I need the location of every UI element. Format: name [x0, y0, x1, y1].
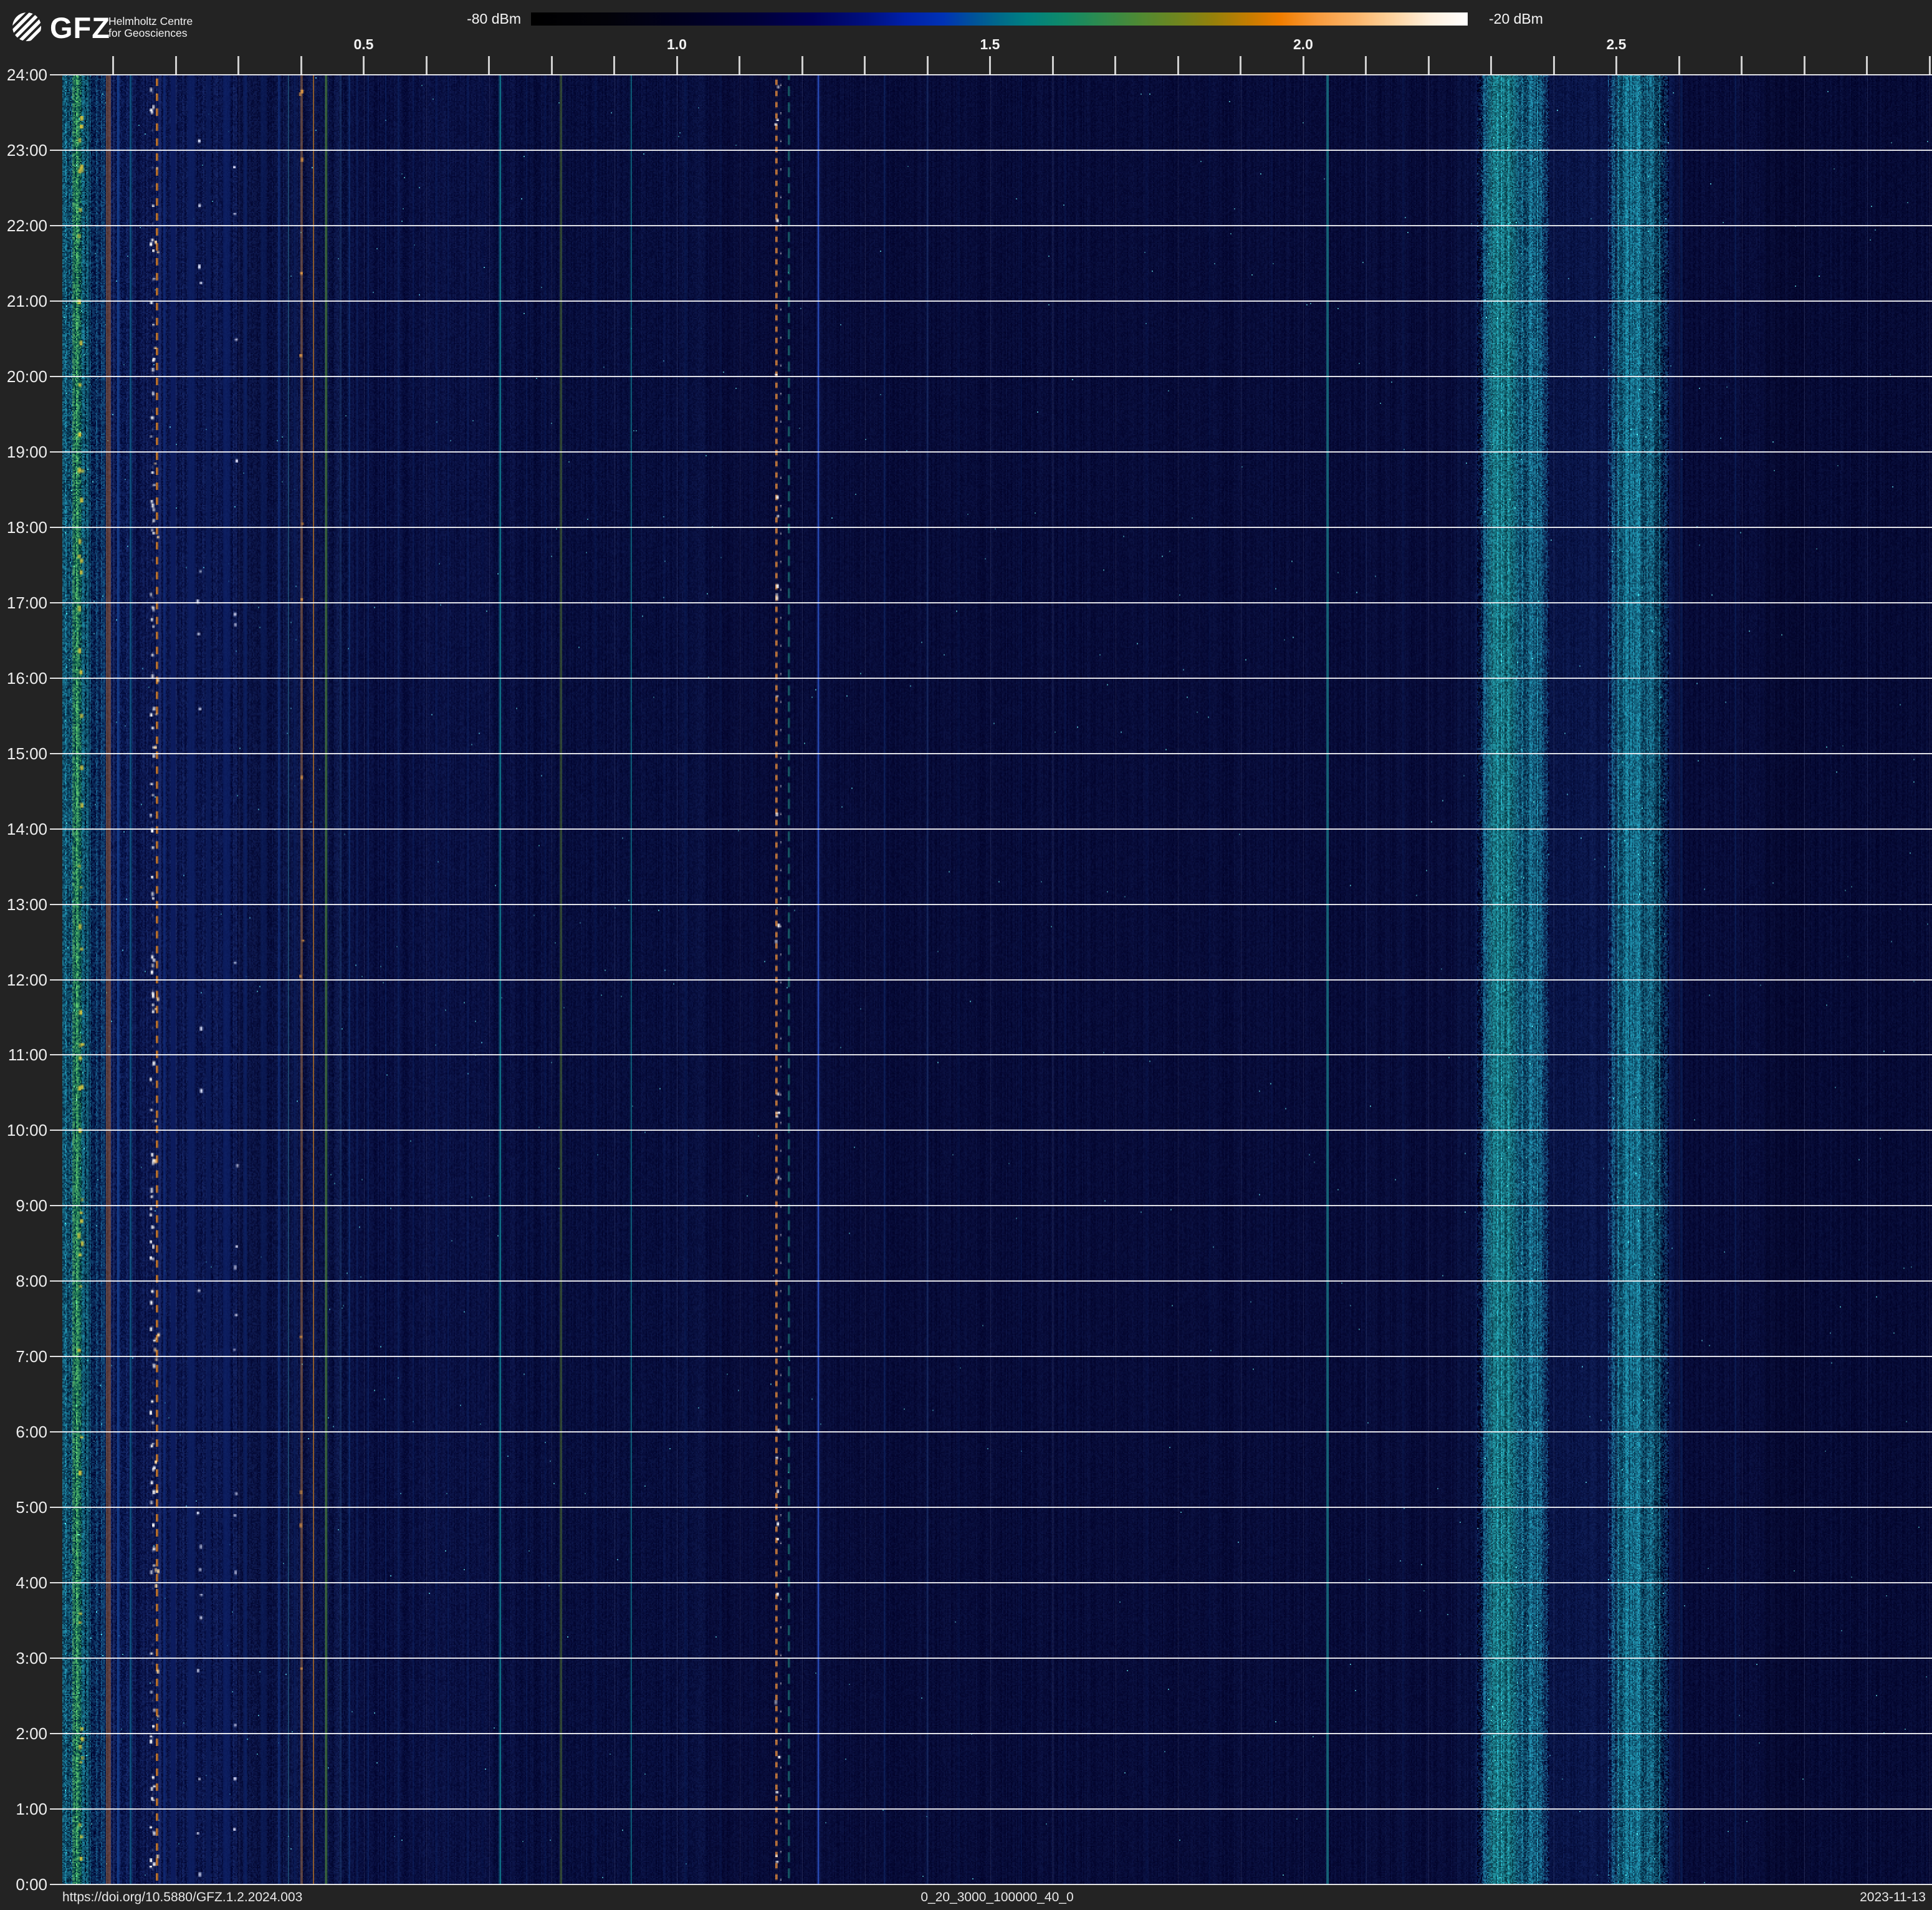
frequency-tick-label: 2.5 — [1592, 36, 1642, 53]
hour-gridline — [50, 753, 1932, 754]
hour-gridline — [50, 828, 1932, 830]
time-tick-label: 17:00 — [0, 594, 47, 612]
frequency-tick — [112, 56, 114, 75]
frequency-tick — [1866, 56, 1868, 75]
time-tick-label: 22:00 — [0, 217, 47, 234]
time-tick-label: 6:00 — [0, 1423, 47, 1441]
colorbar-max-label: -20 dBm — [1489, 11, 1614, 27]
time-tick-label: 11:00 — [0, 1046, 47, 1063]
frequency-tick — [1365, 56, 1367, 75]
frequency-tick — [1303, 56, 1304, 75]
frequency-tick — [613, 56, 615, 75]
time-tick-label: 15:00 — [0, 745, 47, 762]
frequency-tick-label: 1.5 — [965, 36, 1015, 53]
time-tick-label: 7:00 — [0, 1348, 47, 1365]
frequency-tick — [1114, 56, 1116, 75]
dataset-id-label: 0_20_3000_100000_40_0 — [62, 1889, 1932, 1906]
frequency-tick — [1615, 56, 1617, 75]
frequency-tick — [300, 56, 302, 75]
time-tick-label: 3:00 — [0, 1649, 47, 1667]
logo-org-line2: for Geosciences — [108, 27, 193, 39]
hour-gridline — [50, 74, 1932, 75]
time-tick-label: 23:00 — [0, 142, 47, 159]
time-tick-label: 16:00 — [0, 669, 47, 687]
frequency-tick — [1052, 56, 1054, 75]
colorbar-gradient — [531, 12, 1468, 26]
hour-gridline — [50, 376, 1932, 377]
gfz-globe-logo-icon — [12, 12, 41, 41]
frequency-tick — [237, 56, 239, 75]
frequency-tick — [1929, 56, 1931, 75]
time-tick-label: 1:00 — [0, 1800, 47, 1818]
logo-org-line1: Helmholtz Centre — [108, 16, 193, 27]
logo-brand: GFZ — [50, 11, 110, 45]
time-tick-label: 9:00 — [0, 1197, 47, 1214]
frequency-tick — [1428, 56, 1430, 75]
time-tick-label: 13:00 — [0, 896, 47, 913]
time-tick-label: 4:00 — [0, 1574, 47, 1591]
hour-gridline — [50, 1280, 1932, 1282]
hour-gridline — [50, 300, 1932, 302]
time-tick-label: 14:00 — [0, 820, 47, 838]
hour-gridline — [50, 678, 1932, 679]
frequency-tick — [1490, 56, 1492, 75]
frequency-tick — [426, 56, 428, 75]
hour-gridline — [50, 1884, 1932, 1885]
frequency-tick — [363, 56, 365, 75]
time-tick-label: 20:00 — [0, 368, 47, 385]
frequency-tick — [1678, 56, 1680, 75]
hour-gridline — [50, 225, 1932, 226]
frequency-tick — [175, 56, 177, 75]
hour-gridline — [50, 602, 1932, 603]
hour-gridline — [50, 451, 1932, 453]
frequency-tick-label: 1.0 — [652, 36, 702, 53]
hour-gridline — [50, 979, 1932, 981]
frequency-tick — [989, 56, 991, 75]
hour-gridline — [50, 1507, 1932, 1508]
frequency-tick — [488, 56, 490, 75]
hour-gridline — [50, 1733, 1932, 1734]
time-tick-label: 18:00 — [0, 519, 47, 536]
frequency-tick — [551, 56, 553, 75]
hour-gridline — [50, 527, 1932, 528]
hour-gridline — [50, 1431, 1932, 1432]
time-tick-label: 10:00 — [0, 1121, 47, 1139]
hour-gridline — [50, 1582, 1932, 1583]
time-tick-label: 2:00 — [0, 1725, 47, 1742]
frequency-tick — [1240, 56, 1241, 75]
hour-gridline — [50, 904, 1932, 905]
hour-gridline — [50, 1205, 1932, 1206]
hour-gridline — [50, 1658, 1932, 1659]
colorbar-min-label: -80 dBm — [436, 11, 521, 27]
date-label: 2023-11-13 — [1739, 1889, 1926, 1906]
time-tick-label: 21:00 — [0, 292, 47, 310]
frequency-tick — [1741, 56, 1743, 75]
frequency-tick — [927, 56, 929, 75]
frequency-tick — [739, 56, 740, 75]
time-tick-label: 8:00 — [0, 1272, 47, 1290]
time-tick-label: 19:00 — [0, 443, 47, 461]
hour-gridline — [50, 150, 1932, 151]
time-tick-label: 12:00 — [0, 971, 47, 989]
spectrogram-page: { "header": { "logo": { "brand": "GFZ", … — [0, 0, 1932, 1910]
time-tick-label: 5:00 — [0, 1499, 47, 1516]
hour-gridline — [50, 1054, 1932, 1055]
hour-gridline — [50, 1356, 1932, 1357]
frequency-tick-label: 0.5 — [339, 36, 389, 53]
frequency-tick — [801, 56, 803, 75]
frequency-tick-label: 2.0 — [1278, 36, 1328, 53]
frequency-tick — [1553, 56, 1555, 75]
hour-gridline — [50, 1130, 1932, 1131]
frequency-tick — [676, 56, 678, 75]
time-tick-label: 24:00 — [0, 66, 47, 84]
hour-gridline — [50, 1808, 1932, 1810]
time-tick-label: 0:00 — [0, 1876, 47, 1893]
frequency-tick — [1804, 56, 1805, 75]
frequency-tick — [1177, 56, 1179, 75]
frequency-tick — [864, 56, 866, 75]
logo-org-name: Helmholtz Centre for Geosciences — [108, 16, 193, 39]
